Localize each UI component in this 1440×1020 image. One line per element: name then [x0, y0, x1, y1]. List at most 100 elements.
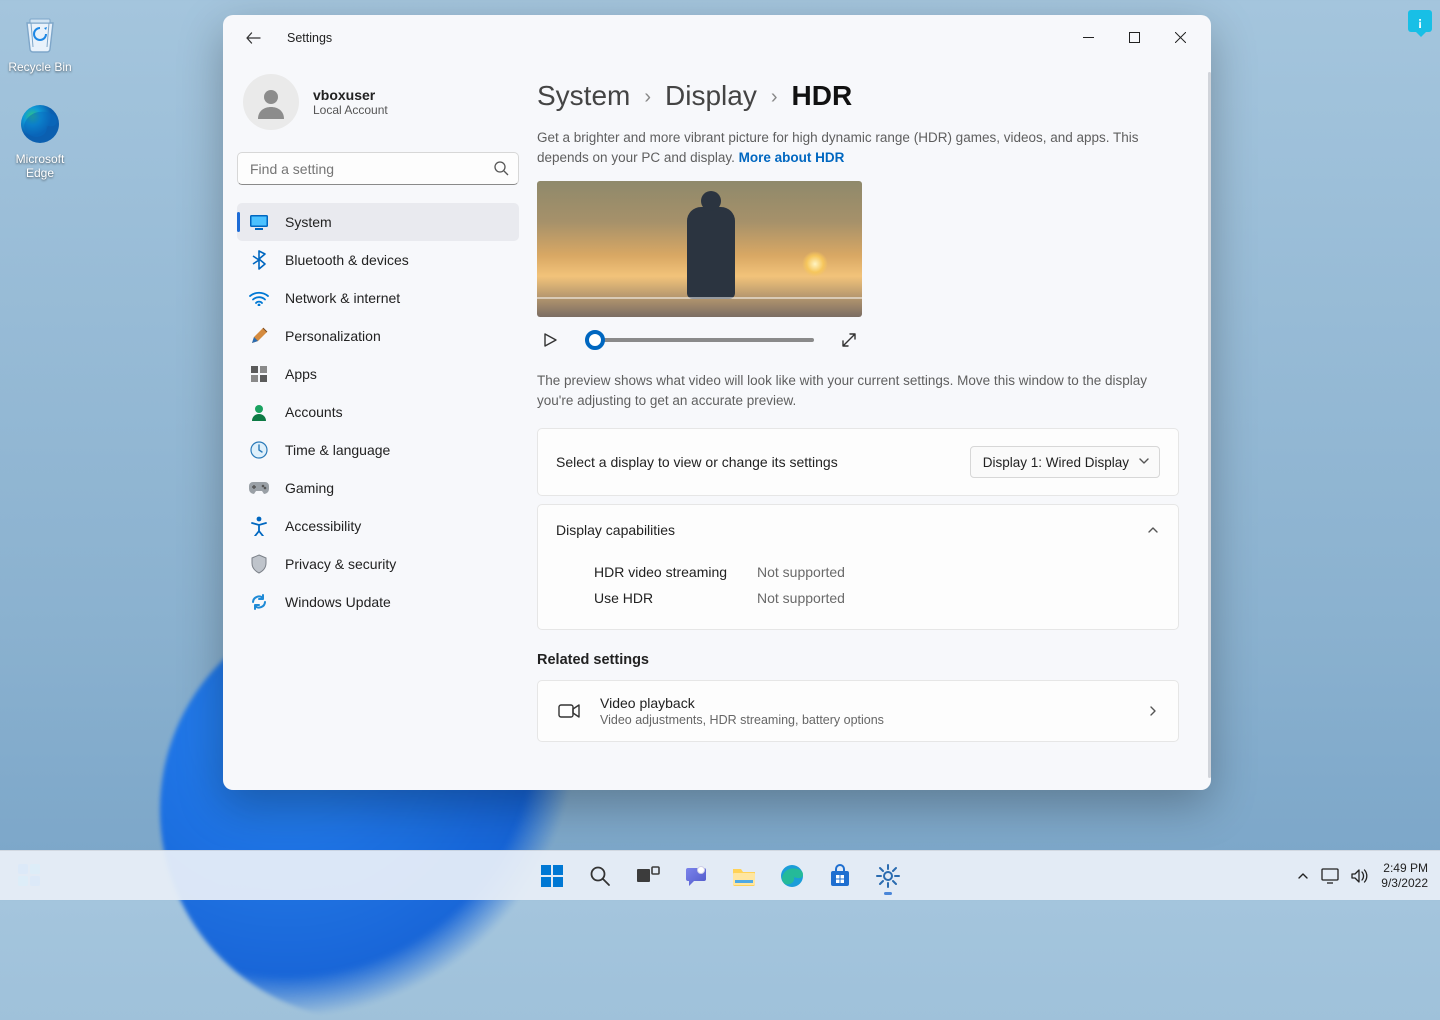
taskbar-settings[interactable] — [867, 855, 909, 897]
system-tray: 2:49 PM 9/3/2022 — [1297, 861, 1440, 891]
desktop-icon-recycle-bin[interactable]: Recycle Bin — [0, 8, 80, 74]
nav-label: Personalization — [285, 328, 381, 344]
chevron-right-icon: › — [771, 86, 778, 109]
chevron-up-icon — [1146, 523, 1160, 537]
crumb-system[interactable]: System — [537, 80, 630, 112]
nav-update[interactable]: Windows Update — [237, 583, 519, 621]
nav-label: Apps — [285, 366, 317, 382]
user-name: vboxuser — [313, 87, 388, 103]
content-pane: System › Display › HDR Get a brighter an… — [533, 60, 1211, 790]
nav-gaming[interactable]: Gaming — [237, 469, 519, 507]
related-title: Video playback — [600, 695, 884, 711]
settings-window: Settings vboxuser Local Account — [223, 15, 1211, 790]
edge-icon — [16, 100, 64, 148]
nav-label: Bluetooth & devices — [285, 252, 409, 268]
profile-block[interactable]: vboxuser Local Account — [237, 60, 519, 152]
crumb-current: HDR — [792, 80, 853, 112]
display-select-card: Select a display to view or change its s… — [537, 428, 1179, 496]
display-capabilities-header[interactable]: Display capabilities — [538, 505, 1178, 555]
scrollbar[interactable] — [1208, 72, 1211, 778]
window-title: Settings — [287, 31, 332, 45]
capability-row: Use HDR Not supported — [594, 585, 1160, 611]
nav-label: Privacy & security — [285, 556, 396, 572]
tray-volume-icon[interactable] — [1351, 868, 1369, 884]
back-button[interactable] — [237, 22, 269, 54]
more-about-hdr-link[interactable]: More about HDR — [739, 150, 845, 165]
desktop-icon-label: Microsoft Edge — [0, 152, 80, 180]
desktop-icon-label: Recycle Bin — [0, 60, 80, 74]
chevron-right-icon — [1146, 704, 1160, 718]
nav-label: System — [285, 214, 332, 230]
preview-note: The preview shows what video will look l… — [537, 371, 1179, 410]
taskbar-store[interactable] — [819, 855, 861, 897]
start-button[interactable] — [531, 855, 573, 897]
nav-apps[interactable]: Apps — [237, 355, 519, 393]
nav-bluetooth[interactable]: Bluetooth & devices — [237, 241, 519, 279]
maximize-button[interactable] — [1111, 22, 1157, 54]
display-select-label: Select a display to view or change its s… — [556, 454, 838, 470]
nav-personalization[interactable]: Personalization — [237, 317, 519, 355]
titlebar: Settings — [223, 15, 1211, 60]
video-icon — [556, 698, 582, 724]
tray-display-icon[interactable] — [1321, 868, 1339, 884]
nav-accessibility[interactable]: Accessibility — [237, 507, 519, 545]
nav-time[interactable]: Time & language — [237, 431, 519, 469]
hdr-description: Get a brighter and more vibrant picture … — [537, 128, 1179, 167]
taskbar: 2:49 PM 9/3/2022 — [0, 850, 1440, 900]
nav-network[interactable]: Network & internet — [237, 279, 519, 317]
video-controls — [537, 327, 862, 353]
related-settings-heading: Related settings — [537, 652, 1179, 668]
display-select-dropdown[interactable]: Display 1: Wired Display — [970, 446, 1160, 478]
personalization-icon — [249, 326, 269, 346]
taskbar-edge[interactable] — [771, 855, 813, 897]
taskbar-search[interactable] — [579, 855, 621, 897]
chevron-right-icon: › — [644, 86, 651, 109]
hdr-preview-image — [537, 181, 862, 317]
avatar — [243, 74, 299, 130]
recycle-bin-icon — [16, 8, 64, 56]
play-button[interactable] — [537, 327, 563, 353]
nav-label: Network & internet — [285, 290, 400, 306]
minimize-button[interactable] — [1065, 22, 1111, 54]
task-view[interactable] — [627, 855, 669, 897]
nav-accounts[interactable]: Accounts — [237, 393, 519, 431]
desktop-icon-edge[interactable]: Microsoft Edge — [0, 100, 80, 180]
nav-label: Gaming — [285, 480, 334, 496]
update-icon — [249, 592, 269, 612]
taskbar-chat[interactable] — [675, 855, 717, 897]
search-icon — [493, 160, 509, 176]
nav-label: Accounts — [285, 404, 343, 420]
taskbar-explorer[interactable] — [723, 855, 765, 897]
tray-clock[interactable]: 2:49 PM 9/3/2022 — [1381, 861, 1428, 891]
chevron-down-icon — [1138, 455, 1150, 467]
helper-overlay-icon[interactable]: ¡ — [1408, 10, 1432, 32]
network-icon — [249, 288, 269, 308]
seek-slider[interactable] — [585, 330, 814, 350]
tray-overflow[interactable] — [1297, 870, 1309, 882]
video-playback-link[interactable]: Video playback Video adjustments, HDR st… — [537, 680, 1179, 742]
nav-label: Windows Update — [285, 594, 391, 610]
breadcrumb: System › Display › HDR — [537, 80, 1179, 112]
close-button[interactable] — [1157, 22, 1203, 54]
privacy-icon — [249, 554, 269, 574]
nav-system[interactable]: System — [237, 203, 519, 241]
accessibility-icon — [249, 516, 269, 536]
gaming-icon — [249, 478, 269, 498]
time-icon — [249, 440, 269, 460]
capabilities-list: HDR video streaming Not supported Use HD… — [538, 555, 1178, 629]
nav-privacy[interactable]: Privacy & security — [237, 545, 519, 583]
display-capabilities-card: Display capabilities HDR video streaming… — [537, 504, 1179, 630]
nav-label: Time & language — [285, 442, 390, 458]
sidebar: vboxuser Local Account System Bluetooth … — [223, 60, 533, 790]
search-input[interactable] — [237, 152, 519, 185]
slider-thumb[interactable] — [585, 330, 605, 350]
search-box[interactable] — [237, 152, 519, 185]
related-subtitle: Video adjustments, HDR streaming, batter… — [600, 713, 884, 727]
fullscreen-button[interactable] — [836, 327, 862, 353]
accounts-icon — [249, 402, 269, 422]
crumb-display[interactable]: Display — [665, 80, 757, 112]
capability-row: HDR video streaming Not supported — [594, 559, 1160, 585]
nav-label: Accessibility — [285, 518, 361, 534]
system-icon — [249, 212, 269, 232]
bluetooth-icon — [249, 250, 269, 270]
